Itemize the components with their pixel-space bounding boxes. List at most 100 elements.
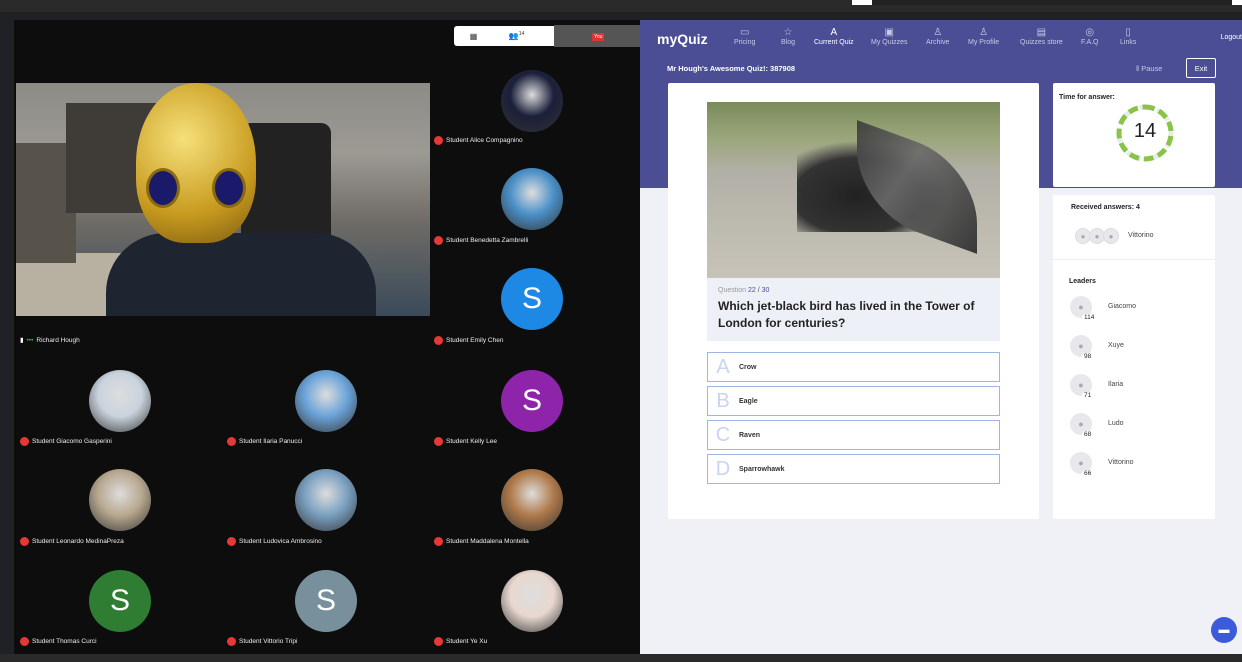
user-avatar-icon: ● xyxy=(1103,228,1119,244)
muted-mic-icon xyxy=(434,336,443,345)
helmet-eye xyxy=(212,168,246,208)
participant-label: Student Alice Compagnino xyxy=(434,136,523,145)
os-menubar-dark xyxy=(872,0,1232,5)
participant-name: Student Thomas Curci xyxy=(32,638,97,645)
exit-button[interactable]: Exit xyxy=(1186,58,1216,78)
links-icon: ▯ xyxy=(1125,27,1131,38)
leader-row: ● Giacomo 114 xyxy=(1070,296,1180,326)
nav-blog[interactable]: ☆ Blog xyxy=(781,26,795,46)
divider xyxy=(1053,259,1215,260)
participant-label: Student Ludovica Ambrosino xyxy=(227,537,322,546)
grid-icon[interactable]: ▦ xyxy=(470,32,478,41)
participant-avatar[interactable] xyxy=(501,70,563,132)
video-helmet xyxy=(136,83,256,243)
participant-avatar[interactable] xyxy=(89,469,151,531)
leader-name: Vittorino xyxy=(1108,459,1134,466)
nav-quizzes-store[interactable]: ▤ Quizzes store xyxy=(1020,26,1063,46)
answer-option[interactable]: D Sparrowhawk xyxy=(707,454,1000,484)
muted-mic-icon xyxy=(434,637,443,646)
question-number: Question 22 / 30 xyxy=(718,287,769,294)
nav-current-quiz[interactable]: A Current Quiz xyxy=(814,26,854,46)
quiz-icon: A xyxy=(830,27,838,38)
more-icon[interactable]: ••• xyxy=(27,337,34,344)
participant-label: Student Ye Xu xyxy=(434,637,487,646)
participant-avatar[interactable]: S xyxy=(501,268,563,330)
question-label: Question xyxy=(718,287,747,294)
nav-label: F.A.Q xyxy=(1081,39,1099,46)
nav-links[interactable]: ▯ Links xyxy=(1120,26,1136,46)
participants-button[interactable]: 👥14 xyxy=(509,31,525,41)
leader-name: Ludo xyxy=(1108,420,1124,427)
answer-option[interactable]: A Crow xyxy=(707,352,1000,382)
archive-icon: ♙ xyxy=(933,27,943,38)
avatar-letter: S xyxy=(109,584,130,617)
muted-mic-icon xyxy=(227,437,236,446)
logout-link[interactable]: Logout xyxy=(1221,34,1242,41)
participant-avatar[interactable] xyxy=(501,570,563,632)
chat-bubble-button[interactable]: ▬ xyxy=(1211,617,1237,643)
muted-mic-icon xyxy=(434,136,443,145)
star-icon: ☆ xyxy=(783,27,793,38)
nav-label: Links xyxy=(1120,39,1137,46)
participant-label: Student Thomas Curci xyxy=(20,637,97,646)
muted-mic-icon xyxy=(20,437,29,446)
participant-name: Student Ilaria Panucci xyxy=(239,438,303,445)
nav-label: Current Quiz xyxy=(814,39,854,46)
leaders-title: Leaders xyxy=(1069,278,1096,285)
nav-label: Archive xyxy=(926,39,950,46)
answer-text: Crow xyxy=(739,363,757,371)
muted-mic-icon xyxy=(20,537,29,546)
video-person-body xyxy=(106,233,376,316)
logo[interactable]: myQuiz xyxy=(657,31,708,47)
participant-name: Student Ye Xu xyxy=(446,638,488,645)
participant-avatar[interactable]: S xyxy=(501,370,563,432)
self-label: You xyxy=(592,33,605,41)
participant-avatar[interactable]: S xyxy=(295,570,357,632)
host-video[interactable] xyxy=(16,83,430,316)
nav-archive[interactable]: ♙ Archive xyxy=(926,26,949,46)
top-nav: myQuiz ▭ Pricing ☆ Blog A Current Quiz ▣ My Qui… xyxy=(640,20,1242,56)
participant-label: Student Emily Chen xyxy=(434,336,503,345)
leader-name: Xuye xyxy=(1108,342,1124,349)
pause-icon: ‖ xyxy=(1136,64,1140,73)
leader-score: 98 xyxy=(1082,353,1094,360)
nav-my-profile[interactable]: ♙ My Profile xyxy=(968,26,999,46)
muted-mic-icon xyxy=(20,637,29,646)
nav-f-a-q[interactable]: ◎ F.A.Q xyxy=(1081,26,1099,46)
nav-label: My Quizzes xyxy=(871,39,908,46)
answer-letter: B xyxy=(716,389,730,412)
participant-avatar[interactable]: S xyxy=(89,570,151,632)
nav-pricing[interactable]: ▭ Pricing xyxy=(734,26,755,46)
nav-label: Quizzes store xyxy=(1020,39,1063,46)
nav-my-quizzes[interactable]: ▣ My Quizzes xyxy=(871,26,908,46)
participant-avatar[interactable] xyxy=(89,370,151,432)
host-label: ▮ ••• Richard Hough xyxy=(20,336,80,345)
participant-name: Student Leonardo MedinaPreza xyxy=(32,538,124,545)
participant-label: Student Kelly Lee xyxy=(434,437,497,446)
zoom-gallery: ▦ 👥14 ▤ You ▮ ••• Richard Hough Student … xyxy=(14,20,640,654)
participant-avatar[interactable] xyxy=(501,168,563,230)
quiz-app: myQuiz ▭ Pricing ☆ Blog A Current Quiz ▣ My Qui… xyxy=(640,20,1242,654)
participant-avatar[interactable] xyxy=(295,469,357,531)
participant-label: Student Ilaria Panucci xyxy=(227,437,302,446)
leader-score: 71 xyxy=(1082,392,1094,399)
participant-label: Student Benedetta Zambrelli xyxy=(434,236,528,245)
participant-avatar[interactable] xyxy=(501,469,563,531)
pause-button[interactable]: ‖ Pause xyxy=(1136,64,1162,73)
nav-label: Blog xyxy=(781,39,796,46)
answer-letter: A xyxy=(716,355,730,378)
muted-mic-icon xyxy=(434,236,443,245)
participant-avatar[interactable] xyxy=(295,370,357,432)
timer-title: Time for answer: xyxy=(1059,94,1115,101)
os-top-strip xyxy=(0,0,1242,12)
participant-name: Student Kelly Lee xyxy=(446,438,497,445)
profile-icon: ♙ xyxy=(979,27,989,38)
nav-label: My Profile xyxy=(968,39,1000,46)
leader-score: 66 xyxy=(1082,470,1094,477)
participant-name: Student Alice Compagnino xyxy=(446,137,523,144)
avatar-letter: S xyxy=(521,384,542,417)
answer-option[interactable]: C Raven xyxy=(707,420,1000,450)
answer-option[interactable]: B Eagle xyxy=(707,386,1000,416)
leader-name: Ilaria xyxy=(1108,381,1124,388)
participant-name: Student Benedetta Zambrelli xyxy=(446,237,529,244)
